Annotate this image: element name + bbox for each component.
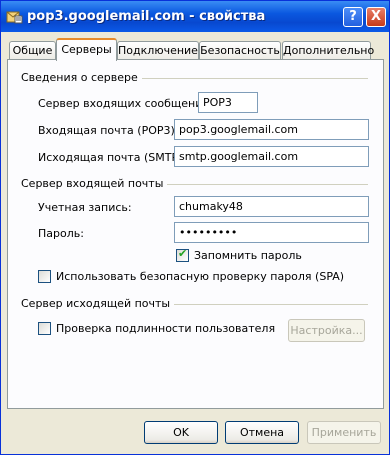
- server-info-group-label: Сведения о сервере: [21, 71, 142, 84]
- outgoing-mail-label: Исходящая почта (SMTP):: [38, 151, 187, 164]
- tab-advanced[interactable]: Дополнительно: [282, 41, 374, 60]
- incoming-mail-field[interactable]: pop3.googlemail.com: [174, 119, 369, 140]
- incoming-server-type-label: Сервер входящих сообщений:: [38, 97, 214, 110]
- apply-button[interactable]: Применить: [307, 421, 381, 444]
- tab-connection[interactable]: Подключение: [117, 41, 199, 60]
- auth-label[interactable]: Проверка подлинности пользователя: [56, 322, 275, 335]
- titlebar[interactable]: pop3.googlemail.com - свойства ? X: [1, 1, 389, 32]
- account-properties-icon: [6, 11, 23, 24]
- tab-security[interactable]: Безопасность: [199, 41, 281, 60]
- properties-window: pop3.googlemail.com - свойства ? X Общие…: [0, 0, 390, 455]
- incoming-mail-label: Входящая почта (POP3):: [38, 124, 179, 137]
- incoming-server-type-field[interactable]: POP3: [198, 92, 258, 113]
- outgoing-server-group-label: Сервер исходящей почты: [21, 297, 175, 310]
- spa-label[interactable]: Использовать безопасную проверку пароля …: [56, 270, 344, 283]
- spa-checkbox[interactable]: [38, 270, 51, 283]
- cancel-button[interactable]: Отмена: [225, 421, 299, 444]
- account-label: Учетная запись:: [38, 201, 132, 214]
- ok-button[interactable]: OK: [144, 421, 218, 444]
- auth-checkbox[interactable]: [38, 322, 51, 335]
- password-field[interactable]: •••••••••: [174, 222, 369, 243]
- window-title: pop3.googlemail.com - свойства: [27, 9, 266, 24]
- tab-servers[interactable]: Серверы: [56, 38, 117, 61]
- remember-password-checkbox[interactable]: [176, 247, 189, 262]
- help-button[interactable]: ?: [343, 7, 363, 27]
- password-label: Пароль:: [38, 227, 84, 240]
- outgoing-mail-field[interactable]: smtp.googlemail.com: [174, 146, 369, 167]
- servers-panel: Сведения о сервере Сервер входящих сообщ…: [7, 59, 384, 409]
- close-button[interactable]: X: [366, 7, 386, 27]
- incoming-server-group-label: Сервер входящей почты: [21, 177, 168, 190]
- tab-strip: Общие Серверы Подключение Безопасность Д…: [7, 38, 385, 61]
- account-field[interactable]: chumaky48: [174, 196, 369, 217]
- remember-password-label[interactable]: Запомнить пароль: [194, 249, 302, 262]
- tab-general[interactable]: Общие: [9, 41, 56, 60]
- settings-button[interactable]: Настройка...: [288, 319, 365, 342]
